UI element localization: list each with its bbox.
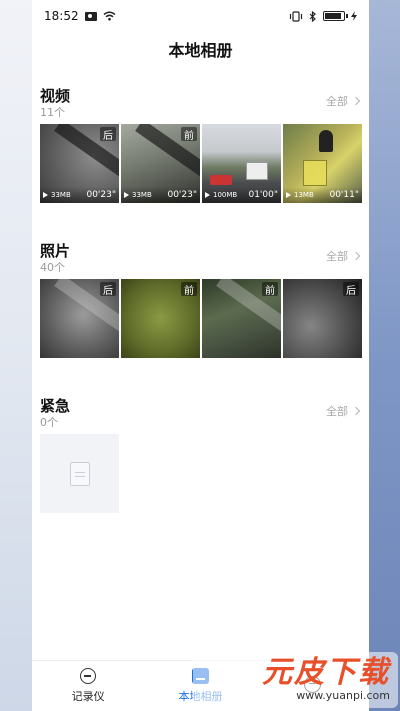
- camera-tag: 前: [262, 282, 278, 297]
- app-screen: 18:52 本地相册 视频 11个 全部 后 33MB 00'23" 前 33M…: [32, 0, 369, 711]
- video-duration: 00'23": [167, 190, 197, 200]
- thumbnail-image: [210, 175, 232, 185]
- chevron-right-icon: [351, 251, 361, 261]
- thumbnail-image: [319, 130, 333, 152]
- videos-see-all-button[interactable]: 全部: [326, 93, 361, 109]
- emergency-section: 紧急 0个 全部: [32, 396, 369, 513]
- page-title: 本地相册: [168, 41, 233, 60]
- photos-grid: 后 前 前 后: [40, 279, 362, 358]
- video-size: 13MB: [294, 191, 314, 199]
- video-duration: 00'11": [329, 190, 359, 200]
- video-meta: 33MB 00'23": [121, 187, 200, 203]
- videos-title: 视频: [40, 87, 71, 105]
- camera-tag: 后: [100, 127, 116, 142]
- photos-count: 40个: [40, 261, 65, 274]
- empty-placeholder: [40, 434, 119, 513]
- video-thumbnail[interactable]: 前 33MB 00'23": [121, 124, 200, 203]
- video-meta: 33MB 00'23": [40, 187, 119, 203]
- watermark: 元皮下载 www.yuanpi.com: [193, 652, 398, 708]
- video-meta: 100MB 01'00": [202, 187, 281, 203]
- background-right: [368, 0, 400, 711]
- status-time: 18:52: [44, 9, 79, 23]
- video-size: 33MB: [51, 191, 71, 199]
- document-icon: [69, 461, 90, 486]
- background-left: [0, 0, 32, 711]
- play-icon: [205, 192, 210, 198]
- video-thumbnail[interactable]: 13MB 00'11": [283, 124, 362, 203]
- video-duration: 00'23": [86, 190, 116, 200]
- play-icon: [286, 192, 291, 198]
- video-meta: 13MB 00'11": [283, 187, 362, 203]
- nav-item-recorder[interactable]: 记录仪: [43, 668, 133, 704]
- play-icon: [124, 192, 129, 198]
- camera-tag: 前: [181, 282, 197, 297]
- videos-section: 视频 11个 全部 后 33MB 00'23" 前 33MB 00'23" 10…: [32, 86, 369, 203]
- see-all-label: 全部: [326, 95, 348, 108]
- photos-title: 照片: [40, 242, 71, 260]
- status-bar: 18:52: [32, 0, 369, 32]
- charging-icon: [351, 11, 357, 21]
- wifi-icon: [103, 11, 116, 21]
- video-duration: 01'00": [248, 190, 278, 200]
- video-size: 100MB: [213, 191, 238, 199]
- chevron-right-icon: [351, 406, 361, 416]
- see-all-label: 全部: [326, 405, 348, 418]
- camera-tag: 后: [343, 282, 359, 297]
- photo-thumbnail[interactable]: 后: [283, 279, 362, 358]
- watermark-title: 元皮下载: [262, 655, 390, 690]
- emergency-title: 紧急: [40, 397, 71, 415]
- camera-tag: 前: [181, 127, 197, 142]
- video-thumbnail[interactable]: 后 33MB 00'23": [40, 124, 119, 203]
- thumbnail-image: [246, 162, 268, 180]
- emergency-count: 0个: [40, 416, 58, 429]
- vibrate-icon: [289, 10, 303, 22]
- video-thumbnail[interactable]: 100MB 01'00": [202, 124, 281, 203]
- watermark-url: www.yuanpi.com: [296, 689, 390, 702]
- bluetooth-icon: [309, 10, 316, 22]
- notification-icon: [84, 11, 97, 21]
- videos-count: 11个: [40, 106, 65, 119]
- emergency-see-all-button[interactable]: 全部: [326, 403, 361, 419]
- see-all-label: 全部: [326, 250, 348, 263]
- photo-thumbnail[interactable]: 前: [121, 279, 200, 358]
- video-size: 33MB: [132, 191, 152, 199]
- chevron-right-icon: [351, 96, 361, 106]
- photo-thumbnail[interactable]: 后: [40, 279, 119, 358]
- nav-label: 记录仪: [71, 690, 105, 703]
- battery-icon: [323, 11, 348, 21]
- photos-section: 照片 40个 全部 后 前 前 后: [32, 241, 369, 358]
- play-icon: [43, 192, 48, 198]
- photo-thumbnail[interactable]: 前: [202, 279, 281, 358]
- camera-tag: 后: [100, 282, 116, 297]
- recorder-icon: [80, 668, 97, 684]
- photos-see-all-button[interactable]: 全部: [326, 248, 361, 264]
- thumbnail-image: [303, 160, 327, 186]
- videos-grid: 后 33MB 00'23" 前 33MB 00'23" 100MB 01'00"…: [40, 124, 362, 203]
